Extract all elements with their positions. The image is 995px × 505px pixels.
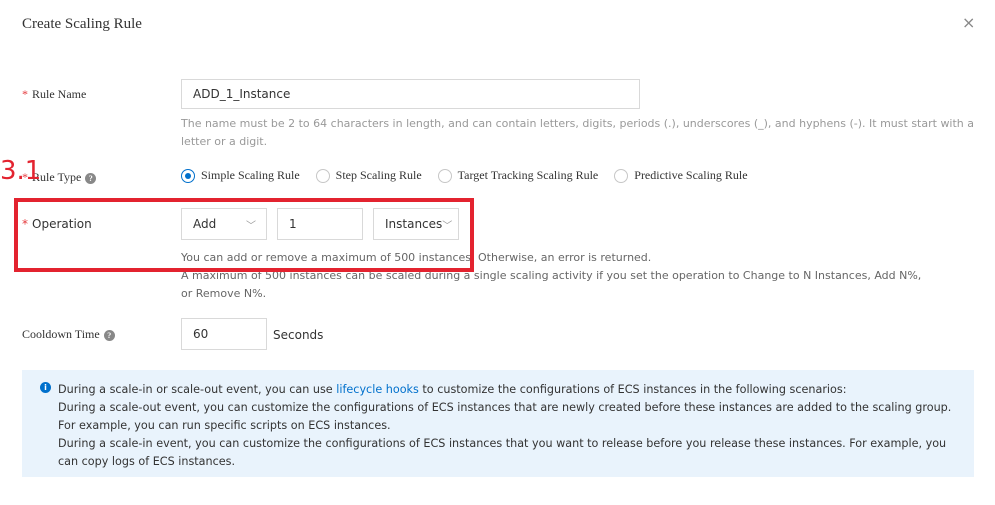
info-circle-icon: i bbox=[40, 382, 51, 393]
radio-step-scaling-rule[interactable]: Step Scaling Rule bbox=[315, 168, 422, 183]
rule-name-label: Rule Name bbox=[32, 87, 87, 101]
radio-checked-icon bbox=[181, 168, 195, 183]
info-line-3: During a scale-in event, you can customi… bbox=[58, 437, 947, 468]
cooldown-unit: Seconds bbox=[273, 328, 324, 342]
rule-name-input[interactable] bbox=[181, 79, 640, 109]
dialog-title: Create Scaling Rule bbox=[22, 16, 142, 32]
question-circle-icon[interactable]: ? bbox=[85, 172, 97, 184]
radio-predictive-scaling-rule[interactable]: Predictive Scaling Rule bbox=[614, 168, 748, 183]
radio-unchecked-icon bbox=[614, 168, 629, 183]
rule-name-label-row: * Rule Name bbox=[22, 87, 86, 102]
radio-label: Predictive Scaling Rule bbox=[634, 168, 748, 182]
info-line-1: During a scale-in or scale-out event, yo… bbox=[58, 381, 958, 399]
radio-label: Simple Scaling Rule bbox=[201, 168, 300, 182]
rule-name-help: The name must be 2 to 64 characters in l… bbox=[181, 117, 975, 148]
radio-simple-scaling-rule[interactable]: Simple Scaling Rule bbox=[181, 168, 300, 183]
question-circle-icon[interactable]: ? bbox=[103, 329, 115, 341]
radio-label: Target Tracking Scaling Rule bbox=[457, 168, 599, 182]
rule-type-radio-group: Simple Scaling Rule Step Scaling Rule Ta… bbox=[181, 168, 764, 183]
radio-target-tracking-scaling-rule[interactable]: Target Tracking Scaling Rule bbox=[437, 168, 599, 183]
info-line-2: During a scale-out event, you can custom… bbox=[58, 401, 952, 432]
info-text: During a scale-in or scale-out event, yo… bbox=[58, 383, 337, 396]
close-icon[interactable]: × bbox=[962, 15, 975, 31]
radio-label: Step Scaling Rule bbox=[335, 168, 422, 182]
cooldown-label: Cooldown Time bbox=[22, 327, 100, 341]
operation-help-3: or Remove N%. bbox=[181, 287, 267, 300]
annotation-step-number: 3.1 bbox=[0, 156, 42, 186]
annotation-highlight-box bbox=[14, 198, 474, 272]
required-mark: * bbox=[22, 87, 28, 101]
radio-unchecked-icon bbox=[315, 168, 330, 183]
info-alert: During a scale-in or scale-out event, yo… bbox=[22, 370, 974, 477]
lifecycle-hooks-link[interactable]: lifecycle hooks bbox=[336, 383, 419, 396]
cooldown-input[interactable] bbox=[181, 318, 267, 350]
info-text: to customize the configurations of ECS i… bbox=[418, 383, 847, 396]
cooldown-label-row: Cooldown Time? bbox=[22, 327, 115, 342]
radio-unchecked-icon bbox=[437, 168, 452, 183]
